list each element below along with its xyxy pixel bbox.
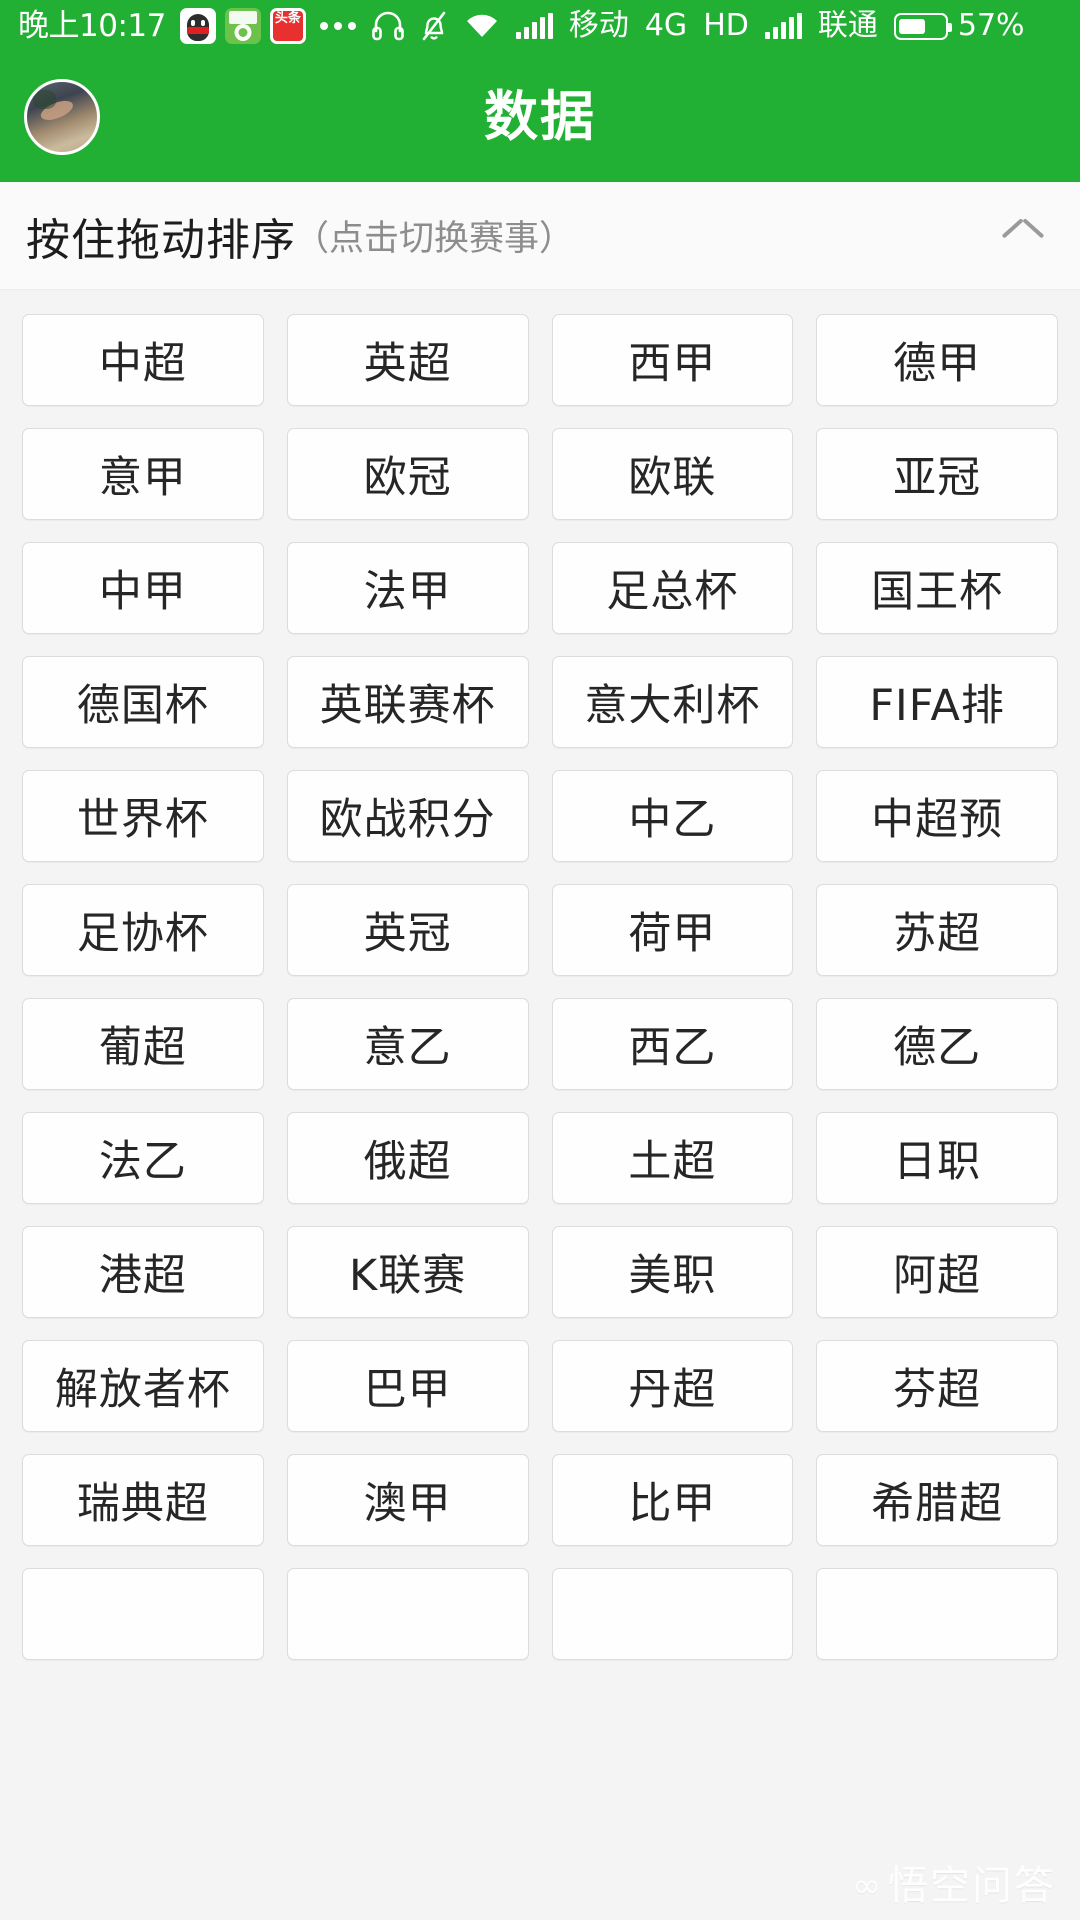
sort-hint-label: 按住拖动排序: [26, 214, 296, 266]
league-button[interactable]: 英联赛杯: [286, 656, 529, 748]
page-title: 数据: [484, 85, 596, 148]
league-button[interactable]: 欧战积分: [286, 770, 529, 862]
league-button[interactable]: 土超: [551, 1112, 794, 1204]
toutiao-icon: 头条: [269, 8, 306, 44]
status-bar: 晚上10:17 头条 移动 4G HD 联通 57%: [0, 0, 1080, 52]
league-button[interactable]: 意乙: [286, 998, 529, 1090]
league-button[interactable]: 国王杯: [816, 542, 1058, 634]
status-clock: 晚上10:17: [18, 7, 166, 44]
headset-icon: [372, 11, 404, 41]
watermark: ∞ 悟空问答: [853, 1866, 1056, 1906]
league-button[interactable]: [286, 1568, 529, 1660]
league-grid-container: 中超 英超 西甲 德甲意甲 欧冠 欧联 亚冠中甲 法甲 足总杯 国王杯德国杯 英联赛杯 意大利杯 FIF…: [0, 290, 1080, 1920]
league-button[interactable]: 亚冠: [816, 428, 1058, 520]
sort-hint-sublabel: （点击切换赛事）: [294, 219, 575, 259]
status-app-icon-group: 头条: [179, 8, 306, 44]
league-button[interactable]: 意大利杯: [551, 656, 794, 748]
football-app-icon: [224, 8, 261, 44]
carrier-name-secondary: 联通: [817, 8, 878, 43]
league-button[interactable]: 欧联: [551, 428, 794, 520]
bell-muted-icon: [420, 10, 448, 42]
chevron-up-icon[interactable]: [1000, 221, 1046, 251]
league-button[interactable]: 巴甲: [286, 1340, 529, 1432]
watermark-text: 悟空问答: [888, 1863, 1056, 1909]
league-button[interactable]: 德甲: [816, 314, 1058, 406]
league-button[interactable]: 法甲: [286, 542, 529, 634]
league-button[interactable]: [551, 1568, 794, 1660]
hd-indicator: HD: [703, 8, 749, 43]
league-button[interactable]: 西乙: [551, 998, 794, 1090]
league-button[interactable]: 足总杯: [551, 542, 794, 634]
league-button[interactable]: 美职: [551, 1226, 794, 1318]
sort-hint-bar[interactable]: 按住拖动排序 （点击切换赛事）: [0, 182, 1080, 290]
more-dots-icon: [319, 22, 356, 30]
league-button[interactable]: 德国杯: [22, 656, 264, 748]
league-button[interactable]: 中乙: [551, 770, 794, 862]
league-button[interactable]: 世界杯: [22, 770, 264, 862]
league-button[interactable]: FIFA排: [816, 656, 1058, 748]
network-type: 4G: [644, 8, 688, 43]
league-button[interactable]: 欧冠: [286, 428, 529, 520]
league-button[interactable]: 中甲: [22, 542, 264, 634]
league-button[interactable]: 解放者杯: [22, 1340, 264, 1432]
signal-bars-icon: [515, 13, 553, 39]
league-button[interactable]: 日职: [816, 1112, 1058, 1204]
battery-percent: 57%: [957, 8, 1025, 43]
app-header: 数据: [0, 52, 1080, 182]
league-button[interactable]: 港超: [22, 1226, 264, 1318]
league-button[interactable]: 意甲: [22, 428, 264, 520]
league-button[interactable]: 中超预: [816, 770, 1058, 862]
league-button[interactable]: 芬超: [816, 1340, 1058, 1432]
league-grid: 中超 英超 西甲 德甲意甲 欧冠 欧联 亚冠中甲 法甲 足总杯 国王杯德国杯 英联赛杯 意大利杯 FIF…: [22, 314, 1058, 1660]
league-button[interactable]: [816, 1568, 1058, 1660]
league-button[interactable]: 足协杯: [22, 884, 264, 976]
league-button[interactable]: 英超: [286, 314, 529, 406]
league-button[interactable]: 中超: [22, 314, 264, 406]
league-button[interactable]: 澳甲: [286, 1454, 529, 1546]
league-button[interactable]: 西甲: [551, 314, 794, 406]
league-button[interactable]: 俄超: [286, 1112, 529, 1204]
league-button[interactable]: 瑞典超: [22, 1454, 264, 1546]
league-button[interactable]: 苏超: [816, 884, 1058, 976]
signal-bars-icon-secondary: [764, 13, 802, 39]
qq-icon: [179, 8, 216, 44]
league-button[interactable]: K联赛: [286, 1226, 529, 1318]
carrier-name-primary: 移动: [568, 8, 629, 43]
league-button[interactable]: 荷甲: [551, 884, 794, 976]
league-button[interactable]: 德乙: [816, 998, 1058, 1090]
watermark-logo-icon: ∞: [852, 1866, 881, 1906]
league-button[interactable]: 比甲: [551, 1454, 794, 1546]
wifi-icon: [464, 12, 500, 40]
battery-icon: [893, 12, 952, 40]
league-button[interactable]: 希腊超: [816, 1454, 1058, 1546]
league-button[interactable]: 英冠: [286, 884, 529, 976]
league-button[interactable]: [22, 1568, 264, 1660]
league-button[interactable]: 法乙: [22, 1112, 264, 1204]
league-button[interactable]: 阿超: [816, 1226, 1058, 1318]
league-button[interactable]: 葡超: [22, 998, 264, 1090]
league-button[interactable]: 丹超: [551, 1340, 794, 1432]
